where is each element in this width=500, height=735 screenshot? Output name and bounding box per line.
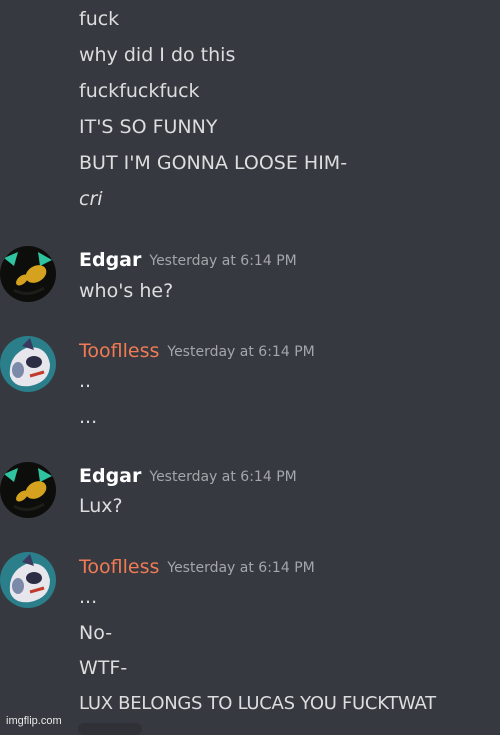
avatar-tooflless-icon xyxy=(0,336,56,392)
message-line: LUX BELONGS TO LUCAS YOU FUCKTWAT xyxy=(79,693,436,714)
message-line: BUT I'M GONNA LOOSE HIM- xyxy=(79,152,348,174)
message-line: .. xyxy=(79,370,92,392)
avatar-edgar-icon xyxy=(0,462,56,518)
message-line: IT'S SO FUNNY xyxy=(79,116,218,138)
message-header: Edgar Yesterday at 6:14 PM xyxy=(79,249,297,271)
watermark: imgflip.com xyxy=(6,715,62,727)
avatar-edgar[interactable] xyxy=(0,462,56,518)
avatar-tooflless[interactable] xyxy=(0,552,56,608)
username[interactable]: Tooflless xyxy=(79,556,159,578)
message-line: why did I do this xyxy=(79,44,236,66)
message-line: fuck xyxy=(79,8,120,30)
message-line: ... xyxy=(79,406,98,428)
avatar-tooflless[interactable] xyxy=(0,336,56,392)
timestamp: Yesterday at 6:14 PM xyxy=(149,469,297,485)
message-header: Edgar Yesterday at 6:14 PM xyxy=(79,465,297,487)
message-header: Tooflless Yesterday at 6:14 PM xyxy=(79,340,315,362)
message-header: Tooflless Yesterday at 6:14 PM xyxy=(79,556,315,578)
message-line: ... xyxy=(79,586,98,608)
message-line-italic: cri xyxy=(79,188,103,210)
avatar-edgar[interactable] xyxy=(0,246,56,302)
username[interactable]: Edgar xyxy=(79,465,141,487)
message-line: WTF- xyxy=(79,657,128,679)
timestamp: Yesterday at 6:14 PM xyxy=(167,344,315,360)
username[interactable]: Edgar xyxy=(79,249,141,271)
username[interactable]: Tooflless xyxy=(79,340,159,362)
message-line: Lux? xyxy=(79,495,123,517)
message-line: who's he? xyxy=(79,280,174,302)
timestamp: Yesterday at 6:14 PM xyxy=(167,560,315,576)
message-line: fuckfuckfuck xyxy=(79,80,200,102)
avatar-edgar-icon xyxy=(0,246,56,302)
avatar-tooflless-icon xyxy=(0,552,56,608)
timestamp: Yesterday at 6:14 PM xyxy=(149,253,297,269)
cut-off-embed xyxy=(78,723,142,735)
message-line: No- xyxy=(79,622,113,644)
